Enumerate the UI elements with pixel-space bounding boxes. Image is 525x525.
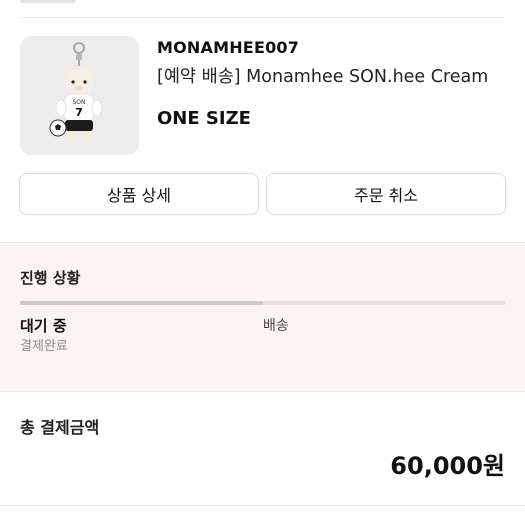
product-name[interactable]: [예약 배송] Monamhee SON.hee Cream bbox=[157, 63, 505, 88]
order-progress-section: 진행 상황 대기 중 결제완료 배송 bbox=[0, 242, 525, 392]
svg-text:7: 7 bbox=[75, 106, 83, 119]
total-label: 총 결제금액 bbox=[20, 418, 100, 437]
current-step-label: 대기 중 bbox=[20, 317, 67, 335]
bear-keychain-image: SON 7 bbox=[49, 42, 103, 141]
product-option: ONE SIZE bbox=[157, 108, 251, 129]
cancel-order-button[interactable]: 주문 취소 bbox=[266, 173, 506, 215]
progress-title: 진행 상황 bbox=[20, 269, 81, 287]
product-detail-button[interactable]: 상품 상세 bbox=[19, 173, 259, 215]
current-step-sub: 결제완료 bbox=[20, 339, 68, 354]
top-handle bbox=[20, 0, 76, 3]
progress-fill bbox=[20, 301, 263, 305]
product-brand: MONAMHEE007 bbox=[157, 38, 300, 57]
svg-text:SON: SON bbox=[72, 99, 85, 106]
product-thumbnail[interactable]: SON 7 bbox=[20, 36, 139, 155]
progress-track bbox=[20, 301, 505, 305]
divider bbox=[20, 17, 505, 18]
order-item: SON 7 MONAMHEE007 [예약 배송] Monamhee SON.h… bbox=[20, 36, 505, 156]
product-info: MONAMHEE007 [예약 배송] Monamhee SON.hee Cre… bbox=[157, 38, 505, 129]
divider bbox=[0, 505, 525, 506]
next-step-label: 배송 bbox=[263, 318, 289, 334]
total-amount: 60,000원 bbox=[390, 452, 505, 480]
